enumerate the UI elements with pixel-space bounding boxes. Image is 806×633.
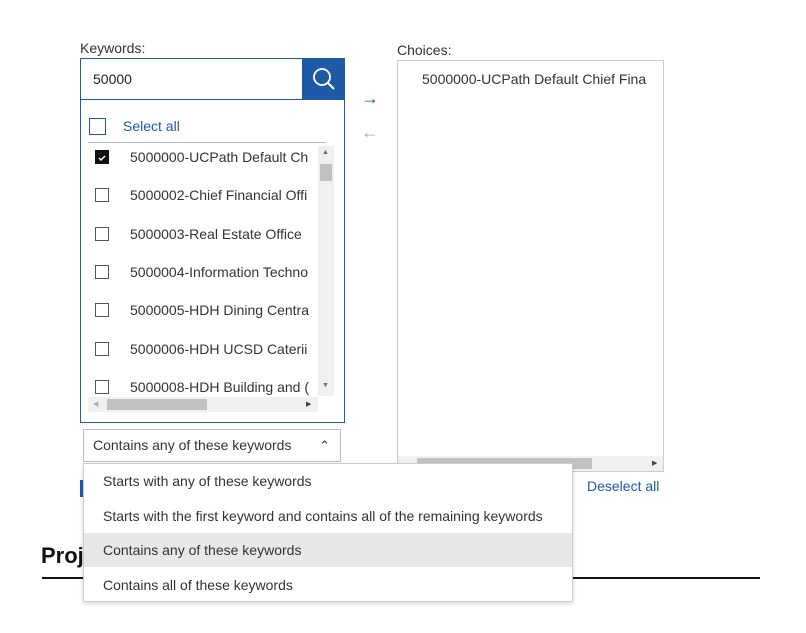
chevron-up-icon: ⌃ (319, 438, 330, 453)
match-mode-select[interactable]: Contains any of these keywords ⌃ (83, 429, 341, 462)
item-checkbox[interactable] (95, 150, 109, 164)
search-icon (313, 68, 335, 90)
choices-list: 5000000-UCPath Default Chief Fina ▶ (397, 60, 664, 472)
add-arrow-icon[interactable]: → (361, 88, 379, 109)
select-all-label[interactable]: Select all (123, 118, 180, 134)
list-item[interactable]: 5000008-HDH Building and ( (95, 378, 325, 398)
search-button[interactable] (302, 58, 345, 100)
list-item[interactable]: 5000002-Chief Financial Offi (95, 186, 325, 206)
item-checkbox[interactable] (95, 264, 109, 279)
scroll-down-icon[interactable]: ▼ (322, 382, 329, 389)
divider (88, 142, 326, 143)
item-checkbox[interactable] (95, 188, 109, 203)
list-item[interactable]: 5000006-HDH UCSD Caterii (95, 340, 325, 360)
scroll-thumb[interactable] (320, 164, 332, 181)
option-contains-any[interactable]: Contains any of these keywords (84, 533, 572, 567)
item-label: 5000006-HDH UCSD Caterii (130, 340, 308, 357)
choices-label: Choices: (397, 42, 452, 58)
horizontal-scrollbar[interactable]: ◀ ▶ (88, 397, 318, 412)
select-all-checkbox[interactable] (89, 118, 106, 135)
list-item[interactable]: 5000000-UCPath Default Ch (95, 148, 325, 168)
item-label: 5000000-UCPath Default Ch (130, 149, 309, 165)
scroll-left-icon[interactable]: ◀ (93, 400, 98, 408)
item-checkbox[interactable] (95, 226, 109, 241)
list-item[interactable]: 5000003-Real Estate Office (95, 225, 325, 245)
keywords-input[interactable]: 50000 (80, 58, 302, 100)
deselect-all-link[interactable]: Deselect all (587, 478, 659, 494)
match-mode-menu: Starts with any of these keywords Starts… (83, 463, 573, 602)
checkmark-icon (98, 155, 106, 162)
list-item[interactable]: 5000005-HDH Dining Centra (95, 301, 325, 321)
scroll-right-icon[interactable]: ▶ (652, 459, 657, 467)
choice-item[interactable]: 5000000-UCPath Default Chief Fina (422, 71, 662, 87)
scroll-right-icon[interactable]: ▶ (306, 400, 311, 408)
item-checkbox[interactable] (95, 341, 109, 356)
option-starts-with-first[interactable]: Starts with the first keyword and contai… (84, 499, 572, 533)
item-label: 5000003-Real Estate Office (130, 225, 302, 242)
item-label: 5000005-HDH Dining Centra (130, 302, 309, 319)
vertical-scrollbar[interactable]: ▲ ▼ (318, 146, 334, 396)
item-label: 5000004-Information Techno (130, 263, 308, 280)
item-label: 5000002-Chief Financial Offi (130, 187, 308, 204)
scroll-thumb[interactable] (107, 399, 207, 410)
remove-arrow-icon[interactable]: ← (361, 122, 379, 143)
section-heading: Proj (41, 543, 84, 568)
match-mode-value: Contains any of these keywords (93, 437, 292, 453)
scroll-up-icon[interactable]: ▲ (322, 149, 329, 156)
keywords-label: Keywords: (80, 40, 146, 56)
list-item[interactable]: 5000004-Information Techno (95, 263, 325, 283)
item-checkbox[interactable] (95, 379, 109, 394)
item-checkbox[interactable] (95, 303, 109, 318)
item-label: 5000008-HDH Building and ( (130, 378, 309, 395)
option-contains-all[interactable]: Contains all of these keywords (84, 568, 572, 602)
option-starts-with-any[interactable]: Starts with any of these keywords (84, 464, 572, 498)
